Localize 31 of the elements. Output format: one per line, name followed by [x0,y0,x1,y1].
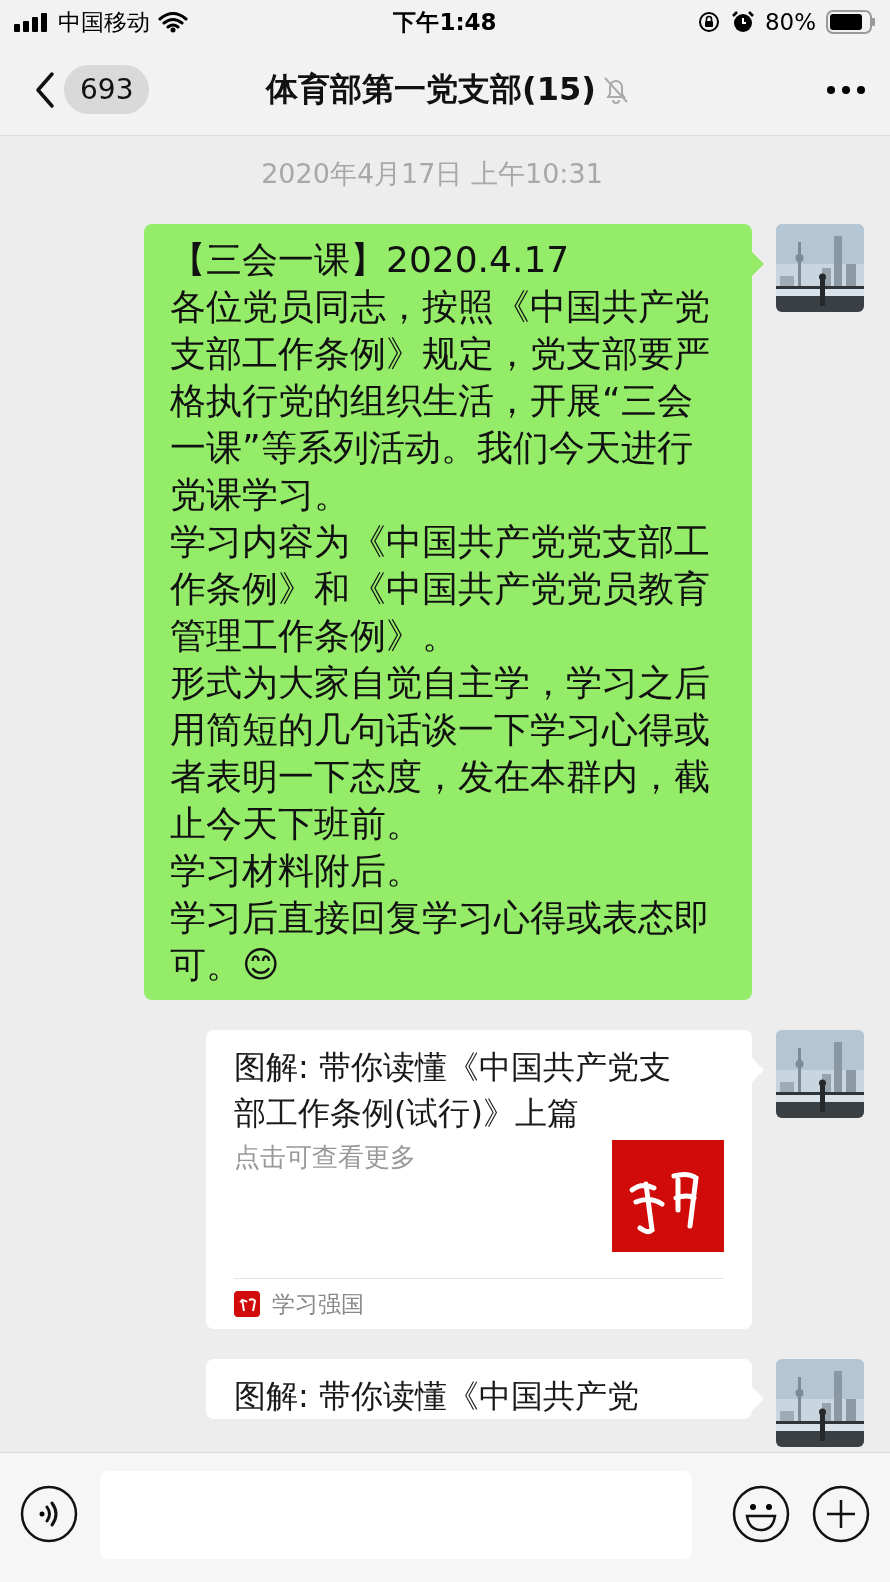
link-card[interactable]: 图解: 带你读懂《中国共产党支部工作条例(试行)》上篇 点击可查看更多 学习强国 [206,1030,752,1329]
voice-icon[interactable] [20,1485,78,1543]
battery-icon [826,10,876,34]
message-text: 各位党员同志，按照《中国共产党支部工作条例》规定，党支部要严格执行党的组织生活，开展“三会一课”等系列活动。我们今天进行党课学习。 [170,285,711,517]
logo-icon [612,1140,724,1252]
card-title: 图解: 带你读懂《中国共产党 [234,1376,640,1417]
unread-count[interactable]: 693 [64,65,150,114]
card-description: 点击可查看更多 [234,1141,416,1174]
plus-icon[interactable] [812,1485,870,1543]
source-name: 学习强国 [272,1289,364,1319]
app-icon [234,1291,260,1317]
link-card[interactable]: 图解: 带你读懂《中国共产党 [206,1359,752,1419]
emoji-icon[interactable] [732,1485,790,1543]
message-text: 学习材料附后。 [170,849,423,893]
message-bubble[interactable]: 【三会一课】2020.4.17 各位党员同志，按照《中国共产党支部工作条例》规定，党支部要严格执行党的组织生活，开展“三会一课”等系列活动。我们今天进行党课学习。 学习内容为《中国共产党党支部工作条例》和《中国共产党党员教育管理工作条例》。 形式为大家自觉自主学，学习之后用简短的几句话谈一下学习心得或者表明一下态度，发在本群内，截止今天下班前。 学习材料附后。 学习后直接回复学习心得或表态即可。😊 [144,224,752,1000]
signal-icon [14,12,50,32]
chat-title: 体育部第一党支部(15) [266,68,596,110]
battery-percent: 80% [764,9,816,35]
message-text: 学习后直接回复学习心得或表态即可。😊 [170,896,711,987]
alarm-icon [730,10,755,34]
bubble-tail [752,252,764,276]
card-title: 图解: 带你读懂《中国共产党支部工作条例(试行)》上篇 [234,1047,672,1134]
message-text: 形式为大家自觉自主学，学习之后用简短的几句话谈一下学习心得或者表明一下态度，发在本群内，截止今天下班前。 [170,661,711,846]
carrier-name: 中国移动 [58,7,150,37]
wifi-icon [158,11,188,33]
more-icon[interactable] [826,84,866,95]
message-text: 学习内容为《中国共产党党支部工作条例》和《中国共产党党员教育管理工作条例》。 [170,520,711,658]
timestamp: 2020年4月17日 上午10:31 [261,157,603,191]
message-text: 【三会一课】2020.4.17 [170,238,571,282]
rotation-lock-icon [696,10,721,34]
clock-time: 下午1:48 [393,7,497,37]
